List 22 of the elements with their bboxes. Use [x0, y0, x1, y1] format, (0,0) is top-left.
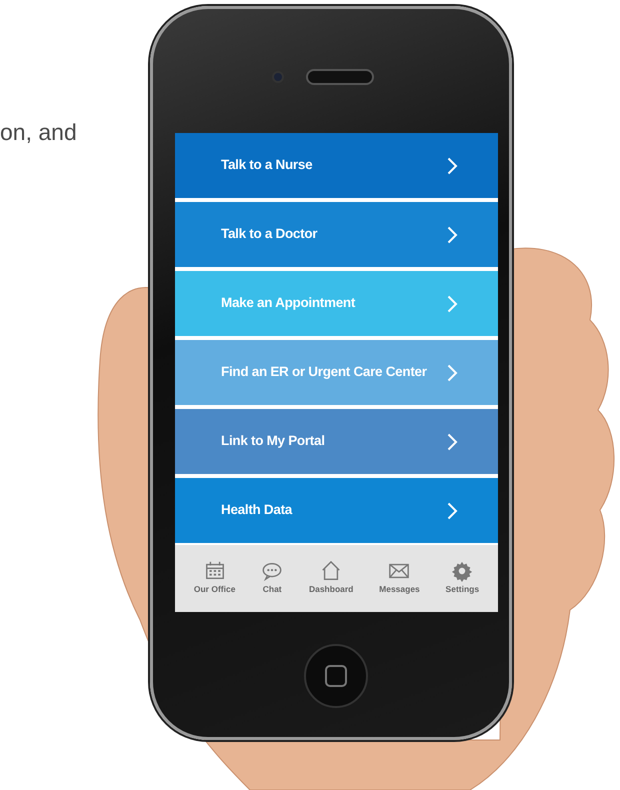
- settings-icon: [451, 560, 474, 582]
- caption-text: on, and: [0, 118, 77, 147]
- tab-bar-item[interactable]: Chat: [261, 560, 284, 596]
- tab-bar-item[interactable]: Messages: [379, 560, 420, 596]
- chevron-right-icon: [447, 364, 458, 382]
- calendar-icon: [204, 560, 226, 582]
- chevron-right-icon: [447, 294, 458, 312]
- menu-item[interactable]: Health Data: [175, 478, 498, 543]
- chevron-right-icon: [447, 226, 458, 244]
- tab-bar-item[interactable]: Settings: [446, 560, 480, 596]
- menu-item[interactable]: Link to My Portal: [175, 409, 498, 474]
- menu-item[interactable]: Talk to a Doctor: [175, 202, 498, 267]
- home-icon: [320, 560, 342, 582]
- earpiece-speaker: [306, 69, 374, 85]
- menu-item[interactable]: Find an ER or Urgent Care Center: [175, 340, 498, 405]
- tab-bar-item[interactable]: Dashboard: [308, 560, 354, 596]
- chevron-right-icon: [447, 502, 458, 520]
- chevron-right-icon: [447, 432, 458, 450]
- menu-item[interactable]: Talk to a Nurse: [175, 133, 498, 198]
- tab-bar-item[interactable]: Our Office: [194, 560, 236, 596]
- chevron-right-icon: [447, 156, 458, 174]
- camera-lens: [272, 71, 284, 83]
